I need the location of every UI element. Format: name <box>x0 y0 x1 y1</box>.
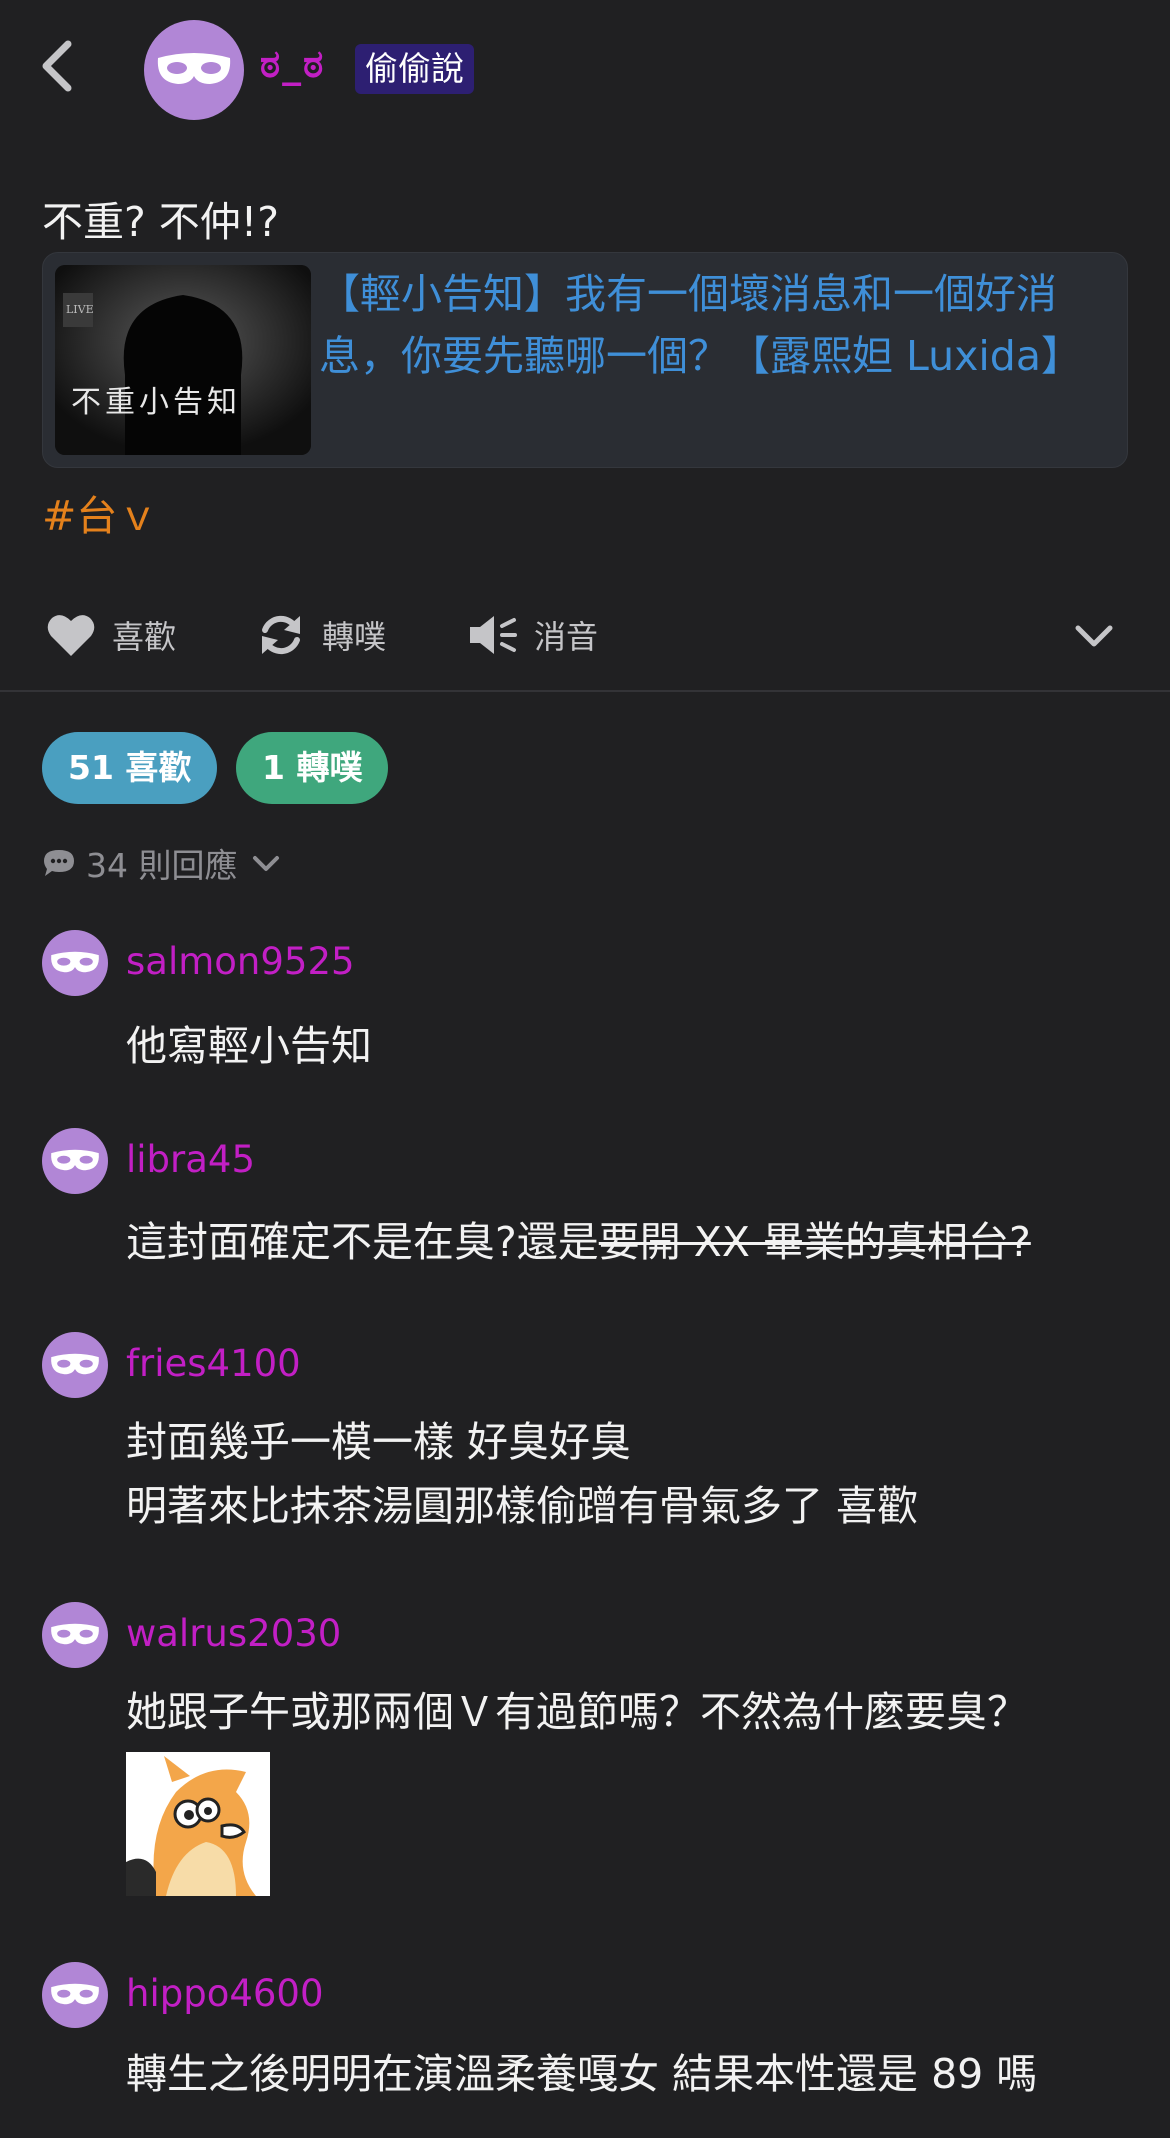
like-label: 喜歡 <box>112 618 177 656</box>
back-button[interactable] <box>38 36 94 100</box>
comment-text: 明著來比抹茶湯圓那樣偷蹭有骨氣多了 喜歡 <box>126 1482 919 1530</box>
thumbnail-live-label: LIVE <box>66 303 94 316</box>
replurk-label: 轉噗 <box>322 618 387 656</box>
fox-sticker-image[interactable] <box>126 1752 270 1896</box>
like-button[interactable]: 喜歡 <box>46 610 176 660</box>
replurk-button[interactable]: 轉噗 <box>256 610 386 660</box>
anonymous-badge: 偷偷說 <box>355 44 474 94</box>
comment-text: 她跟子午或那兩個Ｖ有過節嗎？不然為什麼要臭？ <box>126 1688 1028 1736</box>
author-avatar[interactable] <box>144 20 244 120</box>
link-preview-card[interactable]: LIVE 不重小告知 【輕小告知】我有一個壞消息和一個好消息，你要先聽哪一個？【… <box>42 252 1128 468</box>
commenter-name[interactable]: fries4100 <box>126 1342 301 1385</box>
chevron-down-icon <box>253 856 280 871</box>
response-count-label: 34 則回應 <box>86 846 238 885</box>
heart-icon <box>47 615 95 656</box>
comment-text: 這封面確定不是在臭?還是要開 XX 畢業的真相台? <box>126 1210 1031 1274</box>
commenter-avatar[interactable] <box>42 1332 108 1398</box>
replurks-count-pill[interactable]: 1 轉噗 <box>236 732 389 804</box>
commenter-avatar[interactable] <box>42 1128 108 1194</box>
mask-icon <box>51 1353 99 1375</box>
response-count-toggle[interactable]: 34 則回應 <box>42 838 281 888</box>
commenter-avatar[interactable] <box>42 1602 108 1668</box>
commenter-name[interactable]: salmon9525 <box>126 940 355 983</box>
author-name[interactable]: ಠ_ಠ <box>260 42 325 87</box>
speech-bubble-icon <box>44 850 74 876</box>
comment-text: 轉生之後明明在演溫柔養嘎女 結果本性還是 89 嗎 <box>126 2050 1038 2098</box>
video-thumbnail: LIVE 不重小告知 <box>55 265 311 455</box>
mute-button[interactable]: 消音 <box>468 610 598 660</box>
comment-text-plain: 這封面確定不是在臭?還是 <box>126 1218 599 1266</box>
mask-icon <box>51 951 99 973</box>
commenter-name[interactable]: libra45 <box>126 1138 255 1181</box>
divider <box>0 690 1170 692</box>
commenter-avatar[interactable] <box>42 930 108 996</box>
speaker-mute-icon <box>470 616 517 654</box>
mute-label: 消音 <box>534 618 599 656</box>
mask-icon <box>51 1623 99 1645</box>
likes-count-pill[interactable]: 51 喜歡 <box>42 732 218 804</box>
hashtag-link[interactable]: #台ｖ <box>42 482 158 542</box>
refresh-icon <box>262 615 300 655</box>
commenter-name[interactable]: walrus2030 <box>126 1612 341 1655</box>
comment-text: 他寫輕小告知 <box>126 1022 372 1070</box>
chevron-left-icon <box>42 40 72 92</box>
commenter-name[interactable]: hippo4600 <box>126 1972 324 2015</box>
more-options-button[interactable] <box>1074 616 1114 660</box>
mask-icon <box>51 1149 99 1171</box>
chevron-down-icon <box>1075 625 1113 647</box>
comment-text: 封面幾乎一模一樣 好臭好臭 <box>126 1418 632 1466</box>
thumbnail-title: 不重小告知 <box>71 385 241 420</box>
post-text: 不重? 不仲!? <box>42 198 279 246</box>
link-title[interactable]: 【輕小告知】我有一個壞消息和一個好消息，你要先聽哪一個？【露熙妲 Luxida】 <box>319 263 1109 387</box>
commenter-avatar[interactable] <box>42 1962 108 2028</box>
comment-text-strikethrough: 要開 XX 畢業的真相台? <box>598 1218 1031 1266</box>
mask-icon <box>51 1983 99 2005</box>
mask-icon <box>157 53 231 84</box>
